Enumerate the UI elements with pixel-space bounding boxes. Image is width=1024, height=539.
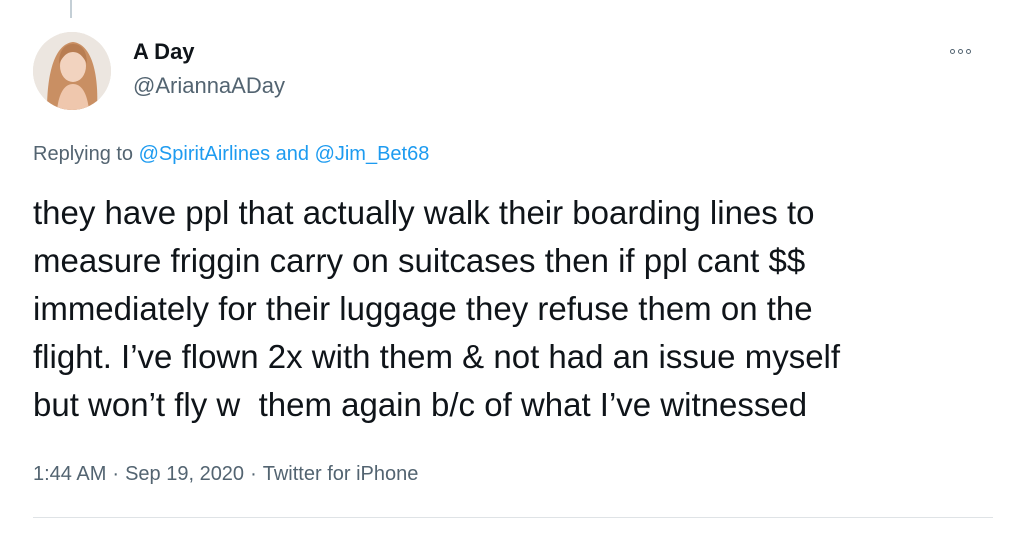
avatar-photo <box>33 32 111 110</box>
divider <box>33 517 993 518</box>
tweet-text-line: but won’t fly w them again b/c of what I… <box>33 386 808 423</box>
tweet-time[interactable]: 1:44 AM <box>33 463 106 485</box>
more-dot <box>965 48 971 54</box>
tweet-text-line: flight. I’ve flown 2x with them & not ha… <box>33 338 841 375</box>
more-dot <box>957 48 963 54</box>
thread-connector-line <box>70 0 72 18</box>
replying-prefix: Replying to <box>33 143 139 165</box>
tweet-text-line: measure friggin carry on suitcases then … <box>33 242 806 279</box>
avatar[interactable] <box>33 32 111 110</box>
replying-conjunction: and <box>270 143 315 165</box>
mention-jim-bet68[interactable]: @Jim_Bet68 <box>315 143 430 165</box>
tweet-card: A Day @AriannaADay Replying to @SpiritAi… <box>0 0 1024 539</box>
tweet-text-line: immediately for their luggage they refus… <box>33 290 813 327</box>
tweet-date[interactable]: Sep 19, 2020 <box>125 463 244 485</box>
separator-dot: · <box>112 463 120 485</box>
mention-spiritairlines[interactable]: @SpiritAirlines <box>139 143 270 165</box>
tweet-metadata: 1:44 AM · Sep 19, 2020 · Twitter for iPhone <box>33 460 418 488</box>
display-name[interactable]: A Day <box>133 38 195 66</box>
tweet-text-line: they have ppl that actually walk their b… <box>33 194 815 231</box>
replying-to-line: Replying to @SpiritAirlines and @Jim_Bet… <box>33 140 429 168</box>
more-dot <box>949 48 955 54</box>
tweet-text: they have ppl that actually walk their b… <box>33 189 993 429</box>
separator-dot: · <box>250 463 257 485</box>
more-options-icon[interactable] <box>942 38 978 64</box>
tweet-source[interactable]: Twitter for iPhone <box>263 463 419 485</box>
user-handle[interactable]: @AriannaADay <box>133 72 285 100</box>
